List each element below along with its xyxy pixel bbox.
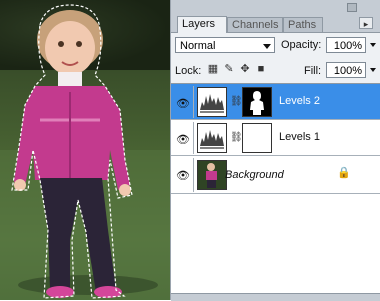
layer-row-levels-1[interactable]: 👁 ⛓ Levels 1: [171, 120, 380, 156]
panel-close-button[interactable]: [347, 3, 357, 12]
eye-icon: 👁: [176, 98, 190, 110]
mask-silhouette-icon: [250, 91, 264, 115]
layer-name[interactable]: Levels 2: [279, 95, 320, 107]
eye-icon: 👁: [176, 134, 190, 146]
lock-all-icon[interactable]: ■: [255, 63, 267, 75]
visibility-toggle[interactable]: 👁: [173, 86, 194, 118]
lock-position-icon[interactable]: ✥: [239, 63, 251, 75]
layer-name[interactable]: Background: [225, 169, 284, 181]
blend-mode-value: Normal: [180, 40, 216, 52]
layers-list: 👁 ⛓ Levels 2 👁 ⛓ Levels 1 👁 Background 🔒: [171, 83, 380, 294]
layer-mask-thumbnail[interactable]: [242, 87, 272, 117]
eye-icon: 👁: [176, 170, 190, 182]
child-selection-figure: [0, 4, 170, 300]
layer-mask-thumbnail[interactable]: [242, 123, 272, 153]
opacity-slider-arrow-icon[interactable]: [370, 43, 376, 47]
lock-transparent-pixels-icon[interactable]: ▦: [207, 63, 219, 75]
layers-panel: Layers Channels Paths ▸ Normal Opacity: …: [170, 0, 380, 301]
photo-canvas[interactable]: [0, 0, 170, 300]
panel-menu-button[interactable]: ▸: [359, 17, 373, 29]
lock-label: Lock:: [175, 65, 202, 77]
visibility-toggle[interactable]: 👁: [173, 158, 194, 192]
visibility-toggle[interactable]: 👁: [173, 122, 194, 154]
lock-icon: 🔒: [337, 167, 351, 179]
photo-thumbnail-icon: [198, 161, 226, 189]
opacity-label: Opacity:: [281, 39, 322, 51]
fill-field[interactable]: 100%: [326, 62, 366, 78]
mask-link-icon[interactable]: ⛓: [230, 96, 243, 107]
layer-name[interactable]: Levels 1: [279, 131, 320, 143]
layer-row-levels-2[interactable]: 👁 ⛓ Levels 2: [171, 84, 380, 120]
layer-row-background[interactable]: 👁 Background 🔒: [171, 156, 380, 194]
fill-label: Fill:: [304, 65, 322, 77]
layer-controls: Normal Opacity: 100% Lock: ▦ ✎ ✥ ■ Fill:…: [171, 33, 380, 83]
tab-paths[interactable]: Paths: [283, 17, 323, 32]
background-layer-thumbnail: [197, 160, 227, 190]
histogram-icon: [200, 94, 224, 113]
panel-tab-bar: Layers Channels Paths ▸: [171, 0, 380, 33]
levels-adjustment-thumbnail: [197, 87, 227, 117]
lock-image-pixels-icon[interactable]: ✎: [223, 63, 235, 75]
histogram-icon: [200, 130, 224, 149]
blend-mode-select[interactable]: Normal: [175, 37, 275, 53]
fill-slider-arrow-icon[interactable]: [370, 68, 376, 72]
levels-adjustment-thumbnail: [197, 123, 227, 153]
tab-channels[interactable]: Channels: [227, 17, 283, 32]
opacity-field[interactable]: 100%: [326, 37, 366, 53]
mask-link-icon[interactable]: ⛓: [230, 132, 243, 143]
chevron-down-icon: [263, 44, 271, 49]
tab-layers[interactable]: Layers: [177, 16, 227, 33]
